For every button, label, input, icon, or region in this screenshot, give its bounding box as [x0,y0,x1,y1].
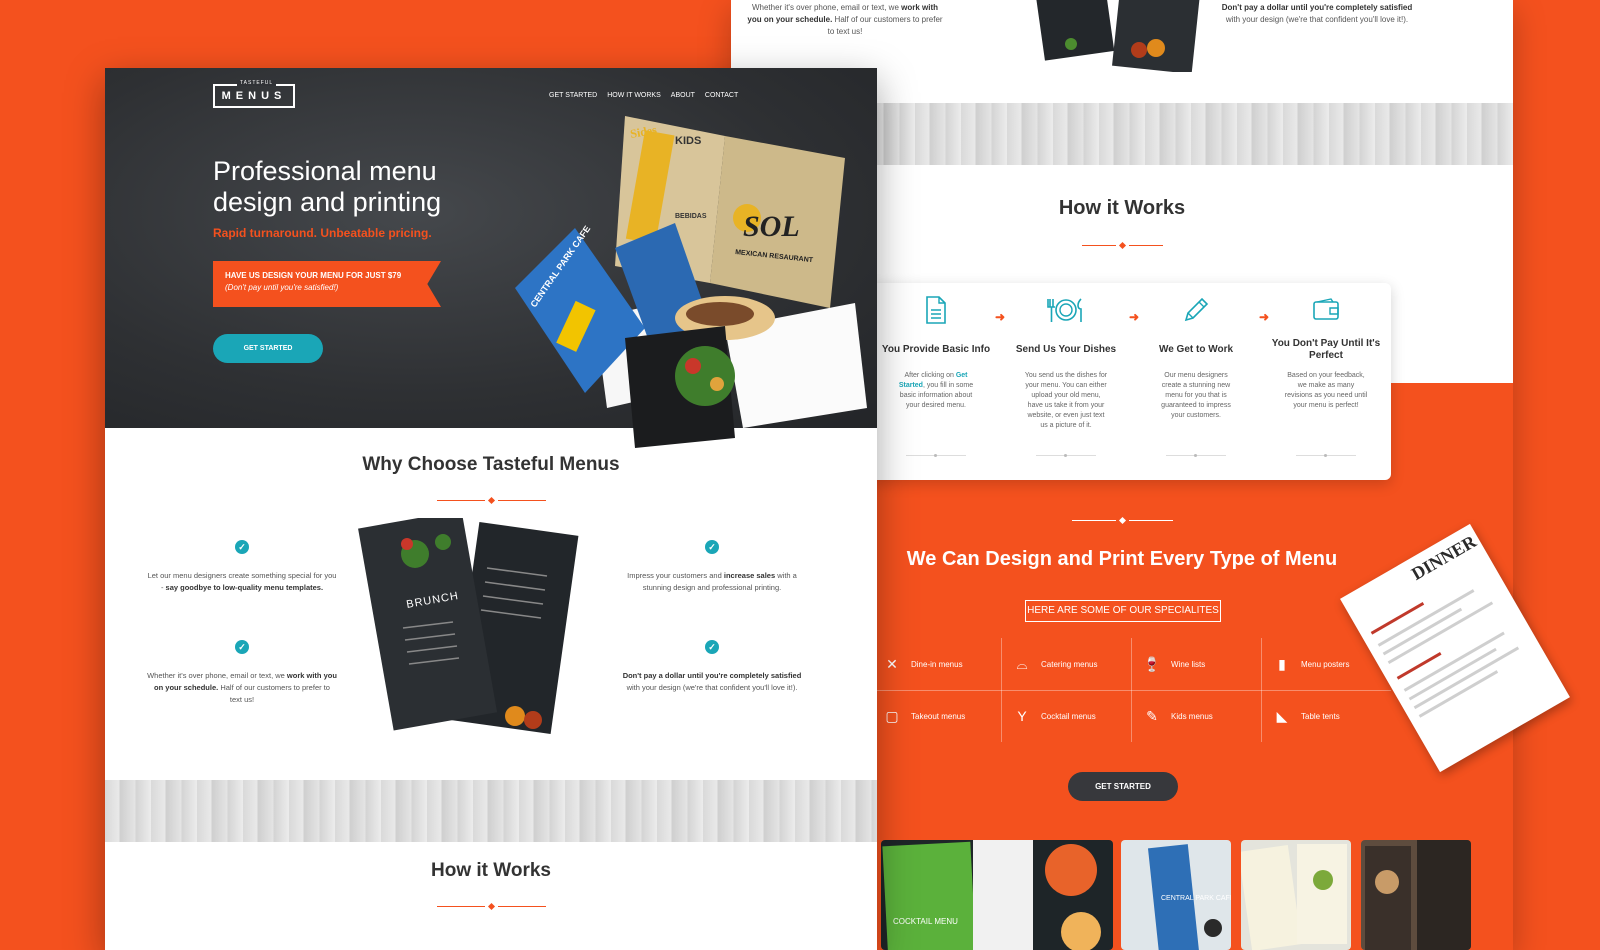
hero-section: TASTEFUL MENUS GET STARTED HOW IT WORKS … [105,68,877,448]
gallery-image-restaurant[interactable] [1241,840,1351,950]
price-banner: HAVE US DESIGN YOUR MENU FOR JUST $79 (D… [213,261,441,307]
check-icon: ✓ [235,540,249,554]
step-title: You Provide Basic Info [881,344,991,355]
menu-type-table-tents[interactable]: ◣ Table tents [1261,690,1391,742]
step-text: Based on your feedback, we make as many … [1284,372,1368,409]
logo[interactable]: TASTEFUL MENUS [213,80,295,108]
get-started-button[interactable]: GET STARTED [1068,772,1178,801]
svg-text:SOL: SOL [743,210,800,243]
nav-contact[interactable]: CONTACT [705,92,738,99]
menu-type-wine[interactable]: 🍷 Wine lists [1131,638,1261,690]
cutlery-icon: ✕ [886,655,898,672]
menu-type-takeout[interactable]: ▢ Takeout menus [871,690,1001,742]
table-tent-icon: ◣ [1276,707,1288,724]
step-title: Send Us Your Dishes [1015,344,1117,355]
step-2: Send Us Your Dishes You send us the dish… [1001,283,1131,480]
steps-card: You Provide Basic Info After clicking on… [871,283,1391,480]
top-nav: GET STARTED HOW IT WORKS ABOUT CONTACT [549,92,738,99]
why-title: Why Choose Tasteful Menus [362,454,620,475]
check-icon: ✓ [705,540,719,554]
kids-icon: ✎ [1146,707,1158,724]
feature-item: ✓ Don't pay a dollar until you're comple… [622,640,802,692]
menu-type-dine-in[interactable]: ✕ Dine-in menus [871,638,1001,690]
plate-cutlery-icon [1001,293,1131,327]
menu-types-grid: ✕ Dine-in menus ⌓ Catering menus 🍷 Wine lis… [871,638,1391,742]
hero-subtitle: Rapid turnaround. Unbeatable pricing. [213,226,432,240]
feature-text: Whether it's over phone, email or text, … [747,3,943,36]
nav-about[interactable]: ABOUT [671,92,695,99]
gallery-caption: CENTRAL PARK CAFE [1161,895,1231,902]
wood-divider [105,780,877,842]
pencil-icon [1131,293,1261,327]
menu-gallery: COCKTAIL MENU CENTRAL PARK CAFE [881,840,1513,950]
poster-icon: ▮ [1278,655,1286,672]
how-it-works-title: How it Works [431,860,551,881]
brunch-menu-image: BRUNCH [358,518,579,734]
menu-type-kids[interactable]: ✎ Kids menus [1131,690,1261,742]
gallery-image-cafe[interactable]: CENTRAL PARK CAFE [1121,840,1231,950]
cocktail-icon: Y [1017,708,1027,724]
step-title: You Don't Pay Until It's Perfect [1271,338,1381,361]
step-text: Our menu designers create a stunning new… [1161,372,1231,419]
check-icon: ✓ [705,640,719,654]
menu-type-cocktail[interactable]: Y Cocktail menus [1001,690,1131,742]
menu-type-catering[interactable]: ⌓ Catering menus [1001,638,1131,690]
check-icon: ✓ [235,640,249,654]
svg-text:BEBIDAS: BEBIDAS [675,213,707,220]
feature-item: ✓ Let our menu designers create somethin… [147,540,337,592]
section-divider [105,496,877,505]
specialities-button[interactable]: HERE ARE SOME OF OUR SPECIALITES [1025,600,1221,622]
feature-item: ✓ Whether it's over phone, email or text… [147,640,337,704]
gallery-image-poster[interactable] [1361,840,1471,950]
brunch-menu-image [1035,0,1200,72]
cloche-icon: ⌓ [1016,655,1028,672]
gallery-caption: COCKTAIL MENU [893,917,958,926]
feature-text: Don't pay a dollar until you're complete… [1221,3,1413,24]
nav-get-started[interactable]: GET STARTED [549,92,597,99]
menu-collage-image: Sides KIDS BEBIDAS SOL MEXICAN RESAURANT… [515,116,867,448]
step-text: You send us the dishes for your menu. Yo… [1024,372,1108,429]
wallet-icon [1261,293,1391,327]
nav-how-it-works[interactable]: HOW IT WORKS [607,92,661,99]
feature-item: ✓ Impress your customers and increase sa… [627,540,797,592]
hero-title: Professional menu design and printing [213,156,442,217]
step-title: We Get to Work [1158,344,1234,355]
step-3: We Get to Work Our menu designers create… [1131,283,1261,480]
hero-get-started-button[interactable]: GET STARTED [213,334,323,363]
svg-text:KIDS: KIDS [675,135,701,147]
step-1: You Provide Basic Info After clicking on… [871,283,1001,480]
step-text: After clicking on Get Started, you fill … [898,372,974,409]
gallery-image-cocktail[interactable]: COCKTAIL MENU [881,840,1113,950]
takeout-bag-icon: ▢ [885,707,899,724]
wine-bottle-icon: 🍷 [1143,655,1161,672]
main-page-mockup: TASTEFUL MENUS GET STARTED HOW IT WORKS … [105,68,877,950]
step-4: You Don't Pay Until It's Perfect Based o… [1261,283,1391,480]
section-divider [105,902,877,911]
document-icon [871,293,1001,327]
